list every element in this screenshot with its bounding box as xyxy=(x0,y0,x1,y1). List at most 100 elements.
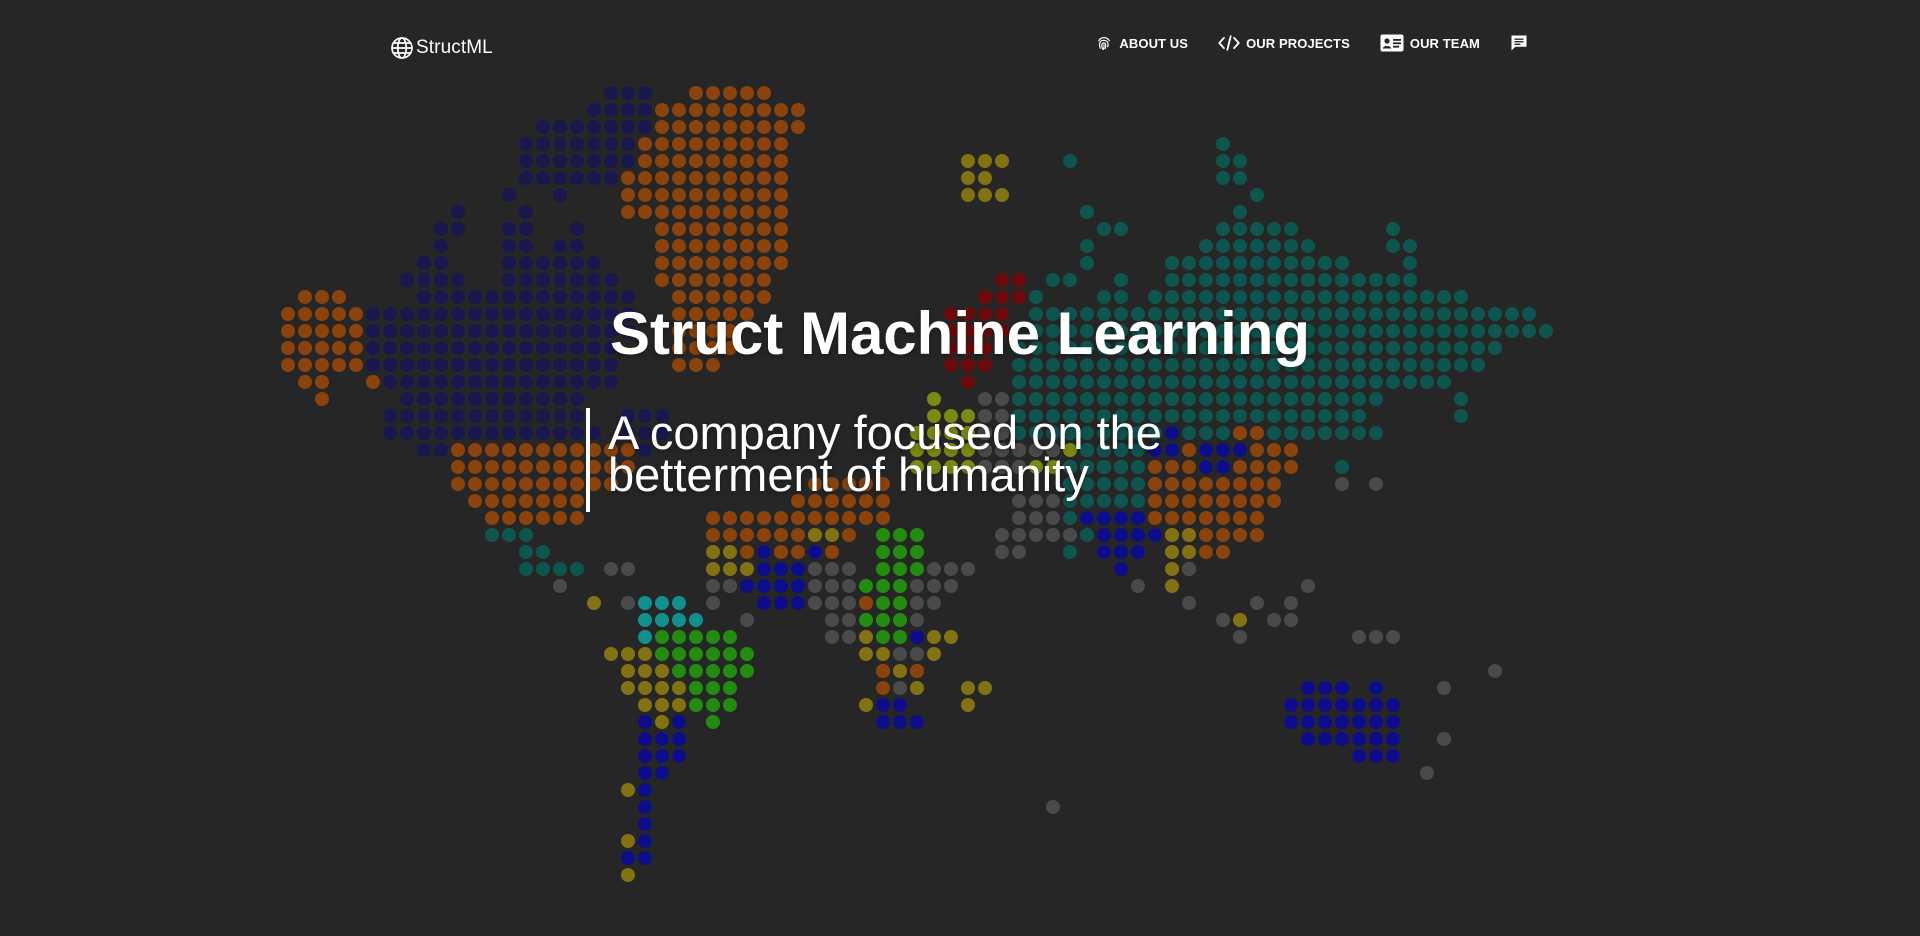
map-dot xyxy=(672,154,686,168)
map-dot xyxy=(672,188,686,202)
map-dot xyxy=(757,256,771,270)
map-dot xyxy=(995,528,1009,542)
map-dot xyxy=(485,443,499,457)
map-dot xyxy=(723,630,737,644)
map-dot xyxy=(672,239,686,253)
nav-about-us[interactable]: ABOUT US xyxy=(1095,34,1188,52)
chat-icon xyxy=(1510,34,1528,52)
map-dot xyxy=(689,171,703,185)
map-dot xyxy=(791,120,805,134)
map-dot xyxy=(621,783,635,797)
map-dot xyxy=(706,511,720,525)
map-dot xyxy=(893,664,907,678)
map-dot xyxy=(1131,579,1145,593)
map-dot xyxy=(1199,375,1213,389)
map-dot xyxy=(1182,562,1196,576)
map-dot xyxy=(893,562,907,576)
map-dot xyxy=(791,511,805,525)
map-dot xyxy=(1284,596,1298,610)
map-dot xyxy=(553,562,567,576)
map-dot xyxy=(502,188,516,202)
map-dot xyxy=(1182,392,1196,406)
map-dot xyxy=(1233,630,1247,644)
map-dot xyxy=(604,562,618,576)
map-dot xyxy=(638,698,652,712)
map-dot xyxy=(1080,511,1094,525)
map-dot xyxy=(587,154,601,168)
map-dot xyxy=(400,273,414,287)
map-dot xyxy=(502,460,516,474)
map-dot xyxy=(434,392,448,406)
map-dot xyxy=(621,562,635,576)
map-dot xyxy=(553,171,567,185)
map-dot xyxy=(570,409,584,423)
map-dot xyxy=(1301,256,1315,270)
map-dot xyxy=(842,596,856,610)
map-dot xyxy=(1250,188,1264,202)
map-dot xyxy=(706,715,720,729)
map-dot xyxy=(485,392,499,406)
map-dot xyxy=(1250,273,1264,287)
map-dot xyxy=(689,120,703,134)
map-dot xyxy=(1199,511,1213,525)
map-dot xyxy=(757,171,771,185)
map-dot xyxy=(553,188,567,202)
map-dot xyxy=(774,256,788,270)
map-dot xyxy=(638,647,652,661)
map-dot xyxy=(638,154,652,168)
map-dot xyxy=(1386,732,1400,746)
map-dot xyxy=(1284,273,1298,287)
map-dot xyxy=(876,545,890,559)
map-dot xyxy=(706,698,720,712)
map-dot xyxy=(859,698,873,712)
map-dot xyxy=(1233,528,1247,542)
map-dot xyxy=(689,630,703,644)
map-dot xyxy=(808,545,822,559)
nav-contact[interactable] xyxy=(1510,34,1528,52)
map-dot xyxy=(893,647,907,661)
map-dot xyxy=(689,256,703,270)
map-dot xyxy=(536,494,550,508)
map-dot xyxy=(1216,545,1230,559)
map-dot xyxy=(1250,239,1264,253)
map-dot xyxy=(638,783,652,797)
map-dot xyxy=(1301,715,1315,729)
map-dot xyxy=(1012,511,1026,525)
nav-our-team[interactable]: OUR TEAM xyxy=(1380,34,1480,52)
map-dot xyxy=(1267,239,1281,253)
brand-link[interactable]: StructML xyxy=(390,36,493,60)
map-dot xyxy=(434,409,448,423)
map-dot xyxy=(1437,732,1451,746)
map-dot xyxy=(604,171,618,185)
map-dot xyxy=(893,630,907,644)
map-dot xyxy=(944,630,958,644)
map-dot xyxy=(1199,273,1213,287)
map-dot xyxy=(1080,205,1094,219)
map-dot xyxy=(740,511,754,525)
map-dot xyxy=(672,749,686,763)
map-dot xyxy=(1029,528,1043,542)
nav-our-projects[interactable]: OUR PROJECTS xyxy=(1218,34,1350,52)
map-dot xyxy=(1369,681,1383,695)
map-dot xyxy=(774,545,788,559)
map-dot xyxy=(1165,392,1179,406)
map-dot xyxy=(757,273,771,287)
map-dot xyxy=(876,698,890,712)
map-dot xyxy=(808,596,822,610)
map-dot xyxy=(570,375,584,389)
hero-title: Struct Machine Learning xyxy=(609,300,1311,367)
map-dot xyxy=(961,171,975,185)
map-dot xyxy=(587,171,601,185)
map-dot xyxy=(1063,511,1077,525)
map-dot xyxy=(519,460,533,474)
map-dot xyxy=(1420,375,1434,389)
map-dot xyxy=(1369,630,1383,644)
map-dot xyxy=(1403,239,1417,253)
map-dot xyxy=(1182,545,1196,559)
map-dot xyxy=(451,443,465,457)
map-dot xyxy=(587,137,601,151)
map-dot xyxy=(1284,239,1298,253)
map-dot xyxy=(689,103,703,117)
map-dot xyxy=(417,256,431,270)
map-dot xyxy=(1454,409,1468,423)
